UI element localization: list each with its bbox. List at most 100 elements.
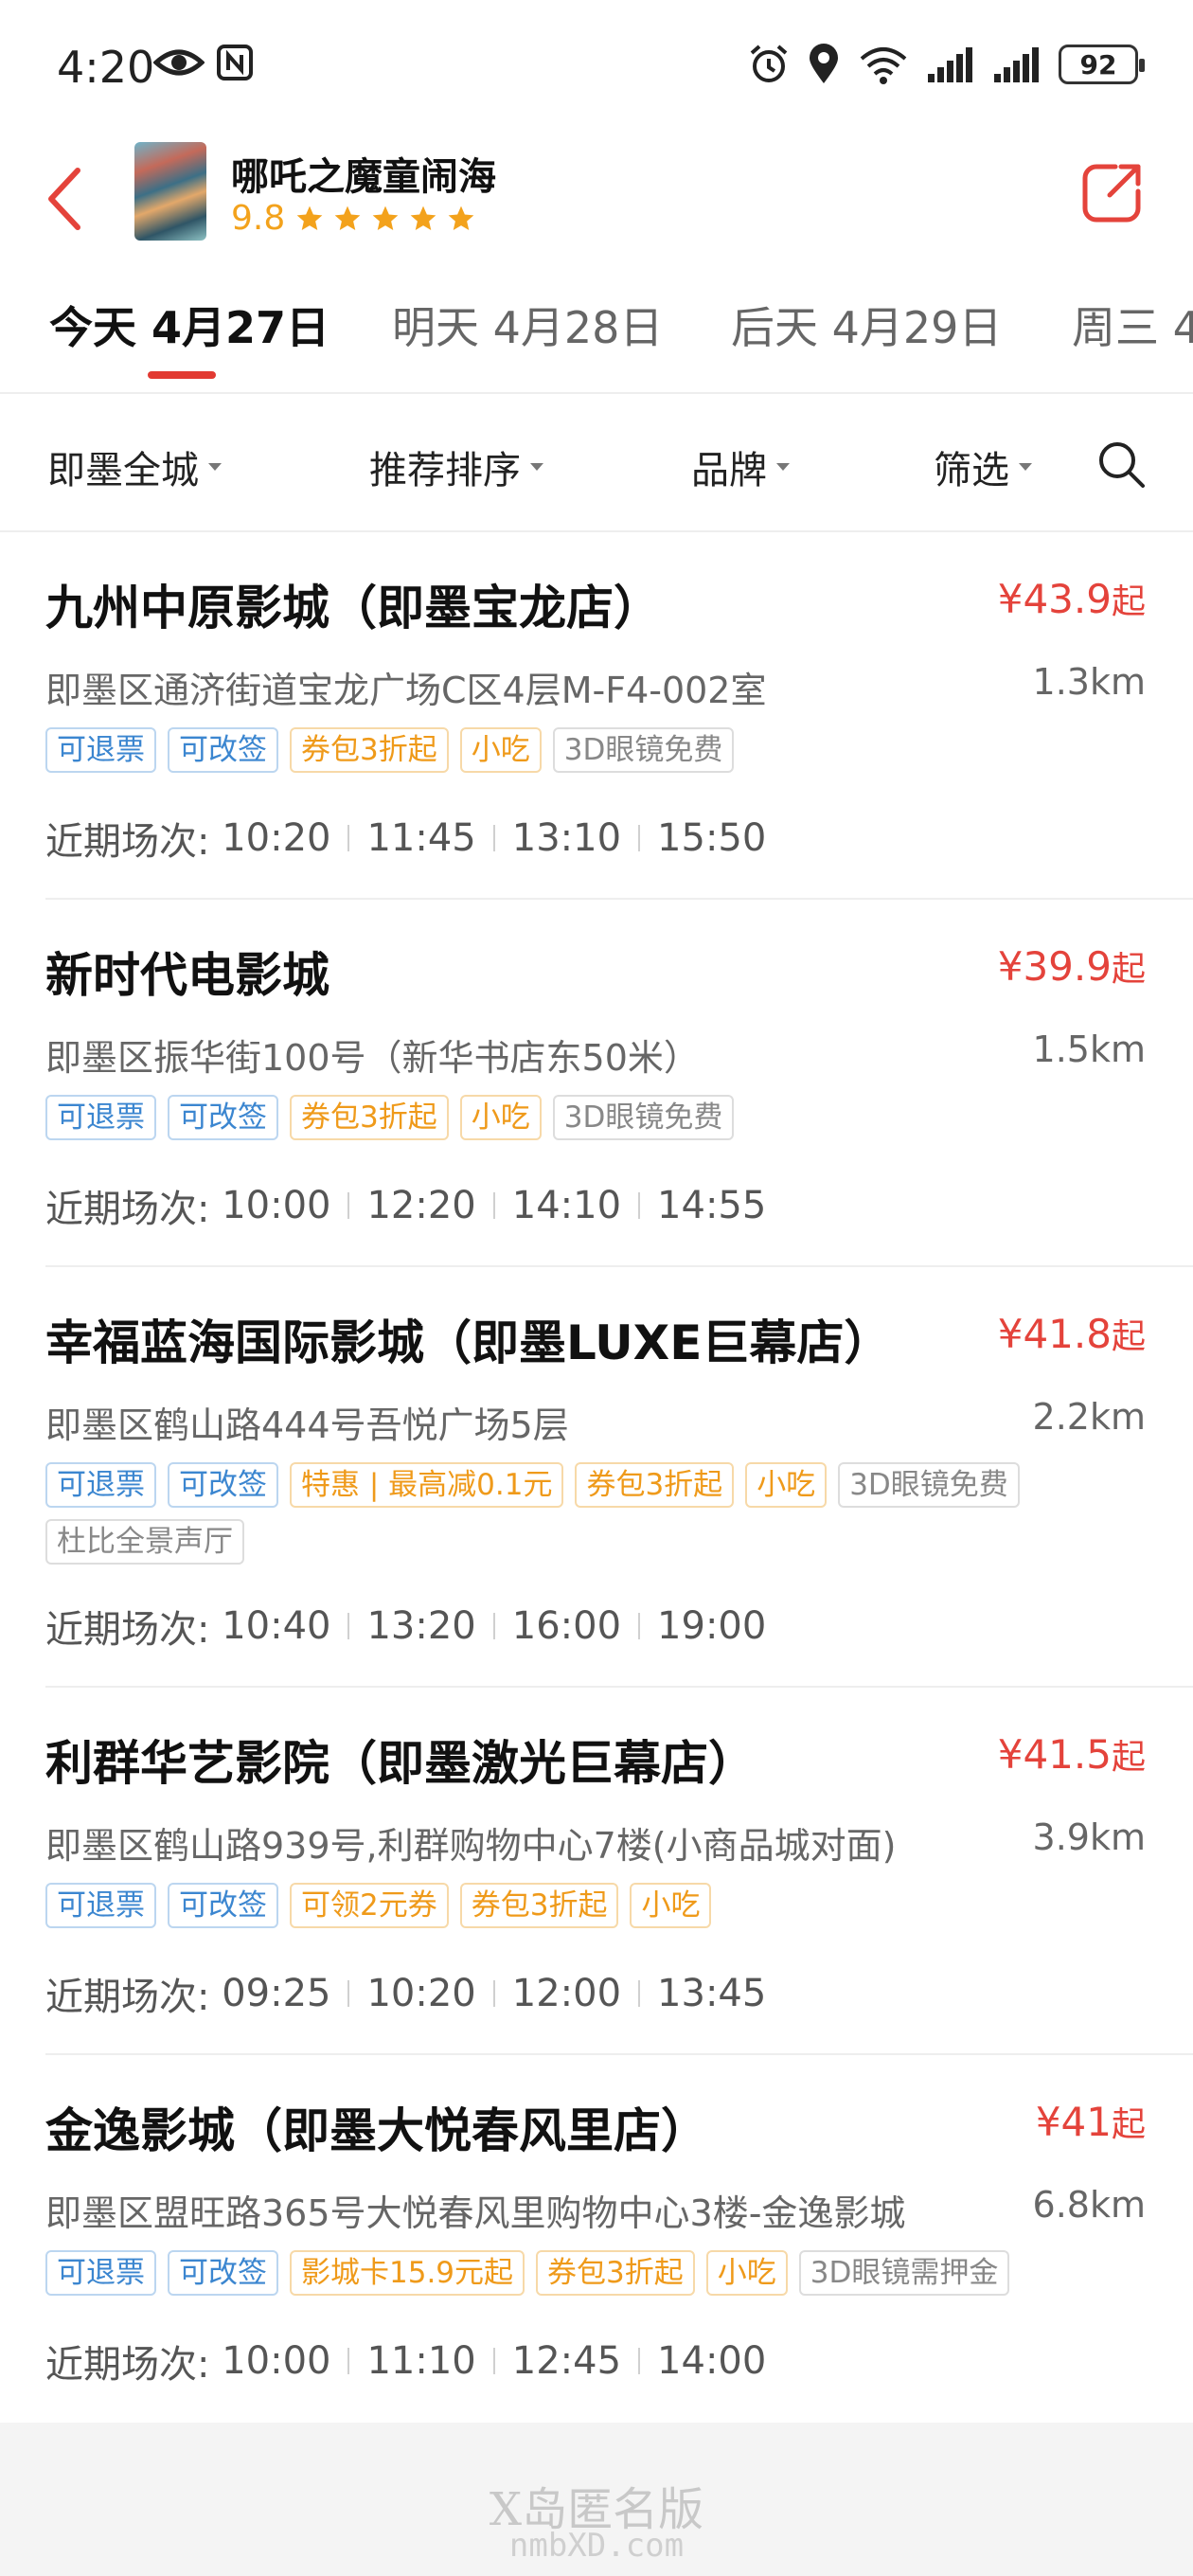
back-button[interactable] bbox=[38, 161, 95, 237]
session-divider bbox=[638, 1613, 641, 1639]
session-divider bbox=[638, 1980, 641, 2007]
cinema-sessions: 近期场次: 10:20 11:45 13:10 15:50 bbox=[45, 811, 766, 866]
status-bar: 4:20 92 bbox=[0, 0, 1193, 133]
cinema-distance: 1.5km bbox=[1032, 1029, 1146, 1070]
cinema-distance: 1.3km bbox=[1032, 661, 1146, 703]
star-icon bbox=[296, 206, 323, 230]
cinema-tag: 3D眼镜免费 bbox=[552, 727, 735, 773]
alarm-icon bbox=[750, 45, 788, 82]
filter-options-label: 筛选 bbox=[934, 449, 1009, 492]
session-time: 14:10 bbox=[511, 1184, 622, 1227]
cinema-name: 利群华艺影院（即墨激光巨幕店） bbox=[45, 1736, 756, 1791]
cinema-tag: 可退票 bbox=[45, 1095, 156, 1140]
tab-date-day-after[interactable]: 后天 4月29日 bbox=[731, 294, 1002, 356]
cinema-price: ¥39.9起 bbox=[997, 943, 1146, 990]
cinema-item[interactable]: 利群华艺影院（即墨激光巨幕店） ¥41.5起 即墨区鹤山路939号,利群购物中心… bbox=[45, 1688, 1193, 2055]
cinema-tag: 券包3折起 bbox=[290, 1095, 449, 1140]
cinema-item[interactable]: 新时代电影城 ¥39.9起 即墨区振华街100号（新华书店东50米） 1.5km… bbox=[45, 900, 1193, 1267]
header: 哪吒之魔童闹海 9.8 bbox=[0, 133, 1193, 256]
session-time: 12:45 bbox=[511, 2339, 622, 2383]
cinema-distance: 6.8km bbox=[1032, 2184, 1146, 2226]
session-divider bbox=[492, 1980, 495, 2007]
cinema-item[interactable]: 九州中原影城（即墨宝龙店） ¥43.9起 即墨区通济街道宝龙广场C区4层M-F4… bbox=[45, 532, 1193, 900]
session-divider bbox=[638, 2348, 641, 2374]
session-time: 14:55 bbox=[657, 1184, 767, 1227]
caret-down-icon bbox=[530, 463, 543, 471]
tab-date-tomorrow[interactable]: 明天 4月28日 bbox=[392, 294, 663, 356]
star-icon bbox=[448, 206, 474, 230]
filter-area-label: 即墨全城 bbox=[47, 449, 199, 492]
cinema-price: ¥41.8起 bbox=[997, 1311, 1146, 1357]
session-time: 13:45 bbox=[657, 1972, 767, 2015]
signal-icon-2 bbox=[994, 47, 1039, 82]
cinema-tag: 特惠 | 最高减0.1元 bbox=[290, 1462, 564, 1508]
search-icon[interactable] bbox=[1095, 438, 1148, 491]
session-divider bbox=[492, 2348, 495, 2374]
tab-date-wednesday[interactable]: 周三 4 bbox=[1072, 294, 1193, 356]
cinema-tags: 可退票 可改签 可领2元券 券包3折起 小吃 bbox=[45, 1883, 1106, 1928]
caret-down-icon bbox=[208, 463, 222, 471]
session-time: 10:20 bbox=[222, 816, 331, 860]
eye-icon bbox=[153, 49, 205, 76]
filter-sort-label: 推荐排序 bbox=[369, 449, 521, 492]
cinema-tag: 券包3折起 bbox=[459, 1883, 619, 1928]
cinema-tag: 可改签 bbox=[168, 1883, 278, 1928]
cinema-tag: 3D眼镜免费 bbox=[838, 1462, 1020, 1508]
sessions-label: 近期场次: bbox=[45, 1976, 223, 2019]
session-time: 11:10 bbox=[366, 2339, 476, 2383]
cinema-tags: 可退票 可改签 券包3折起 小吃 3D眼镜免费 bbox=[45, 727, 1106, 773]
footer: X岛匿名版 nmbXD.com bbox=[0, 2423, 1193, 2576]
sessions-label: 近期场次: bbox=[45, 1188, 223, 1231]
caret-down-icon bbox=[1019, 463, 1032, 471]
session-divider bbox=[347, 1192, 350, 1219]
cinema-sessions: 近期场次: 10:00 11:10 12:45 14:00 bbox=[45, 2334, 766, 2388]
cinema-tag: 可退票 bbox=[45, 2250, 156, 2296]
rating-score: 9.8 bbox=[231, 199, 286, 238]
cinema-tag: 影城卡15.9元起 bbox=[290, 2250, 525, 2296]
session-time: 10:00 bbox=[222, 2339, 331, 2383]
rating-stars bbox=[294, 204, 476, 234]
movie-poster[interactable] bbox=[134, 142, 206, 241]
filter-area-dropdown[interactable]: 即墨全城 bbox=[47, 439, 222, 494]
cinema-tag: 券包3折起 bbox=[290, 727, 449, 773]
cinema-item[interactable]: 金逸影城（即墨大悦春风里店） ¥41起 即墨区盟旺路365号大悦春风里购物中心3… bbox=[45, 2055, 1193, 2423]
cinema-item[interactable]: 幸福蓝海国际影城（即墨LUXE巨幕店） ¥41.8起 即墨区鹤山路444号吾悦广… bbox=[45, 1267, 1193, 1688]
status-right-icons: 92 bbox=[748, 44, 1145, 85]
cinema-tag: 可退票 bbox=[45, 727, 156, 773]
rating-row: 9.8 bbox=[231, 199, 476, 238]
session-divider bbox=[347, 1980, 350, 2007]
cinema-tag: 3D眼镜需押金 bbox=[798, 2250, 1010, 2296]
cinema-name: 金逸影城（即墨大悦春风里店） bbox=[45, 2103, 708, 2158]
filter-brand-label: 品牌 bbox=[691, 449, 767, 492]
cinema-tag: 可改签 bbox=[168, 727, 278, 773]
cinema-tags: 可退票 可改签 券包3折起 小吃 3D眼镜免费 bbox=[45, 1095, 1106, 1140]
session-divider bbox=[492, 1192, 495, 1219]
cinema-tag: 可退票 bbox=[45, 1462, 156, 1508]
cinema-address: 即墨区通济街道宝龙广场C区4层M-F4-002室 bbox=[45, 670, 767, 711]
cinema-tag: 小吃 bbox=[745, 1462, 828, 1508]
filter-brand-dropdown[interactable]: 品牌 bbox=[691, 439, 790, 494]
session-divider bbox=[347, 2348, 350, 2374]
location-icon bbox=[810, 44, 838, 83]
share-button[interactable] bbox=[1079, 159, 1146, 225]
sessions-label: 近期场次: bbox=[45, 1608, 223, 1652]
cinema-sessions: 近期场次: 10:00 12:20 14:10 14:55 bbox=[45, 1178, 766, 1233]
nfc-icon bbox=[217, 45, 253, 80]
session-time: 13:10 bbox=[511, 816, 622, 860]
filter-options-dropdown[interactable]: 筛选 bbox=[934, 439, 1032, 494]
filter-sort-dropdown[interactable]: 推荐排序 bbox=[369, 439, 543, 494]
cinema-sessions: 近期场次: 09:25 10:20 12:00 13:45 bbox=[45, 1966, 766, 2021]
tab-date-today[interactable]: 今天 4月27日 bbox=[49, 294, 329, 356]
filter-bar: 即墨全城 推荐排序 品牌 筛选 bbox=[0, 396, 1193, 532]
session-time: 10:20 bbox=[366, 1972, 476, 2015]
movie-title: 哪吒之魔童闹海 bbox=[231, 155, 496, 199]
session-time: 11:45 bbox=[366, 816, 476, 860]
cinema-list: 九州中原影城（即墨宝龙店） ¥43.9起 即墨区通济街道宝龙广场C区4层M-F4… bbox=[0, 532, 1193, 2423]
battery-indicator: 92 bbox=[1059, 45, 1145, 84]
session-time: 10:40 bbox=[222, 1604, 331, 1648]
cinema-name: 九州中原影城（即墨宝龙店） bbox=[45, 581, 661, 635]
cinema-sessions: 近期场次: 10:40 13:20 16:00 19:00 bbox=[45, 1599, 766, 1654]
cinema-tag: 3D眼镜免费 bbox=[552, 1095, 735, 1140]
cinema-tag: 券包3折起 bbox=[575, 1462, 735, 1508]
cinema-tag: 可改签 bbox=[168, 1095, 278, 1140]
